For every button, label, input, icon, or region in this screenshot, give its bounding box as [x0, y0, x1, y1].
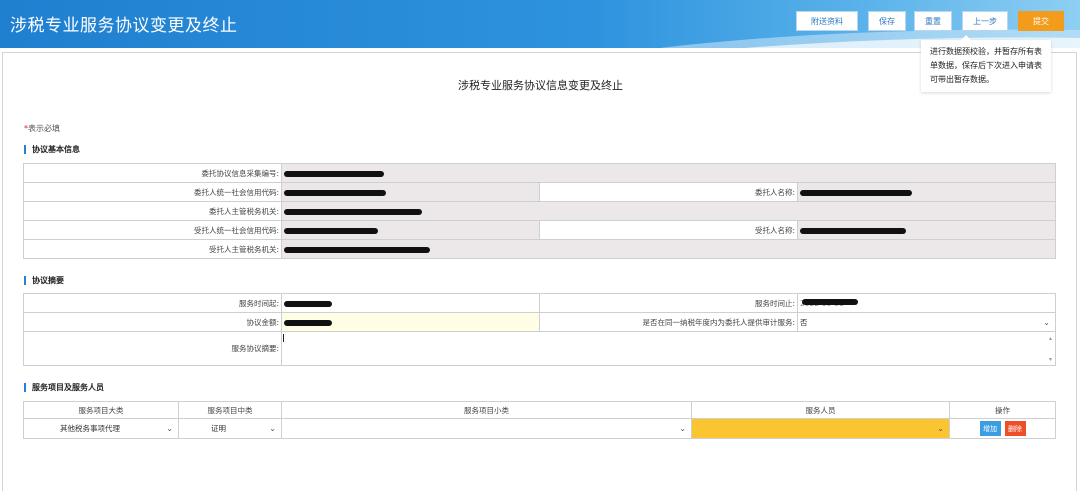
amount-label: 协议金额:: [23, 312, 282, 332]
client-tax-office-label: 委托人主管税务机关:: [23, 201, 282, 221]
redacted-value: [284, 319, 332, 326]
col-operation: 操作: [949, 401, 1056, 419]
redacted-value: [800, 227, 906, 234]
text-cursor: [283, 334, 284, 342]
client-name-value: [797, 182, 1056, 202]
basic-info-table: 委托协议信息采集编号: 委托人统一社会信用代码: 委托人名称: 委托人主管税务机…: [23, 163, 1056, 259]
services-table: 服务项目大类 服务项目中类 服务项目小类 服务人员 操作 其他税务事项代理 ⌄ 证…: [23, 401, 1056, 439]
chevron-down-icon: ⌄: [166, 424, 173, 433]
redacted-value: [284, 208, 422, 215]
service-staff-select[interactable]: ⌄: [691, 418, 950, 439]
redacted-value: [802, 299, 858, 305]
save-tooltip: 进行数据预校验，并暂存所有表单数据，保存后下次进入申请表可带出暂存数据。: [921, 35, 1051, 92]
top-banner: 涉税专业服务协议变更及终止 附送资料 保存 重置 上一步 提交: [0, 0, 1080, 48]
client-credit-code-label: 委托人统一社会信用代码:: [23, 182, 282, 202]
redacted-value: [284, 300, 332, 307]
submit-button[interactable]: 提交: [1018, 11, 1064, 31]
collect-no-value: [281, 163, 1056, 183]
audit-service-label: 是否在同一纳税年度内为委托人提供审计服务:: [539, 312, 798, 332]
col-middle-category: 服务项目中类: [178, 401, 282, 419]
agent-name-value: [797, 220, 1056, 240]
required-note: *表示必填: [24, 123, 60, 134]
agent-credit-code-label: 受托人统一社会信用代码:: [23, 220, 282, 240]
service-start-input[interactable]: [281, 293, 540, 313]
col-minor-category: 服务项目小类: [281, 401, 692, 419]
client-name-label: 委托人名称:: [539, 182, 798, 202]
agent-credit-code-value: [281, 220, 540, 240]
section-basic-info: 协议基本信息: [24, 145, 80, 154]
services-header-row: 服务项目大类 服务项目中类 服务项目小类 服务人员 操作: [23, 401, 1056, 419]
redacted-value: [284, 246, 430, 253]
service-end-label: 服务时间止:: [539, 293, 798, 313]
operation-cell: 增加 删除: [949, 418, 1056, 439]
client-credit-code-value: [281, 182, 540, 202]
add-row-button[interactable]: 增加: [979, 421, 1001, 436]
attach-documents-button[interactable]: 附送资料: [796, 11, 858, 31]
delete-row-button[interactable]: 删除: [1004, 421, 1026, 436]
redacted-value: [284, 170, 384, 177]
agent-name-label: 受托人名称:: [539, 220, 798, 240]
middle-category-value: 证明: [211, 424, 226, 433]
chevron-down-icon: ⌄: [269, 424, 276, 433]
chevron-down-icon: ⌄: [937, 424, 944, 433]
agent-tax-office-value: [281, 239, 1056, 259]
scroll-up-icon[interactable]: ▴: [1049, 335, 1052, 342]
table-row: 其他税务事项代理 ⌄ 证明 ⌄ ⌄ ⌄ 增加 删除: [23, 418, 1056, 439]
major-category-value: 其他税务事项代理: [60, 424, 120, 433]
audit-service-value: 否: [800, 317, 808, 327]
section-summary: 协议摘要: [24, 276, 64, 285]
redacted-value: [284, 189, 386, 196]
summary-table: 服务时间起: 服务时间止: 2022-09-01 协议金额: 是否在同一纳税年度…: [23, 293, 1056, 366]
redacted-value: [284, 227, 378, 234]
major-category-select[interactable]: 其他税务事项代理 ⌄: [23, 418, 179, 439]
form-panel: 涉税专业服务协议信息变更及终止 *表示必填 协议基本信息 委托协议信息采集编号:…: [2, 52, 1077, 491]
service-end-input[interactable]: 2022-09-01: [797, 293, 1056, 313]
service-start-label: 服务时间起:: [23, 293, 282, 313]
section-services: 服务项目及服务人员: [24, 383, 104, 392]
collect-no-label: 委托协议信息采集编号:: [23, 163, 282, 183]
app-title: 涉税专业服务协议变更及终止: [10, 16, 238, 36]
redacted-value: [800, 189, 912, 196]
agent-tax-office-label: 受托人主管税务机关:: [23, 239, 282, 259]
chevron-down-icon: ⌄: [1043, 317, 1050, 327]
audit-service-select[interactable]: 否 ⌄: [797, 312, 1056, 332]
required-note-text: 表示必填: [28, 124, 60, 133]
agreement-summary-label: 服务协议摘要:: [23, 331, 282, 366]
minor-category-select[interactable]: ⌄: [281, 418, 692, 439]
col-major-category: 服务项目大类: [23, 401, 179, 419]
form-title: 涉税专业服务协议信息变更及终止: [458, 79, 623, 92]
amount-input[interactable]: [281, 312, 540, 332]
chevron-down-icon: ⌄: [679, 424, 686, 433]
col-service-staff: 服务人员: [691, 401, 950, 419]
middle-category-select[interactable]: 证明 ⌄: [178, 418, 282, 439]
client-tax-office-value: [281, 201, 1056, 221]
save-button[interactable]: 保存: [868, 11, 906, 31]
previous-step-button[interactable]: 上一步: [962, 11, 1008, 31]
reset-button[interactable]: 重置: [914, 11, 952, 31]
scroll-down-icon[interactable]: ▾: [1049, 356, 1052, 363]
agreement-summary-textarea[interactable]: ▴ ▾: [281, 331, 1056, 366]
